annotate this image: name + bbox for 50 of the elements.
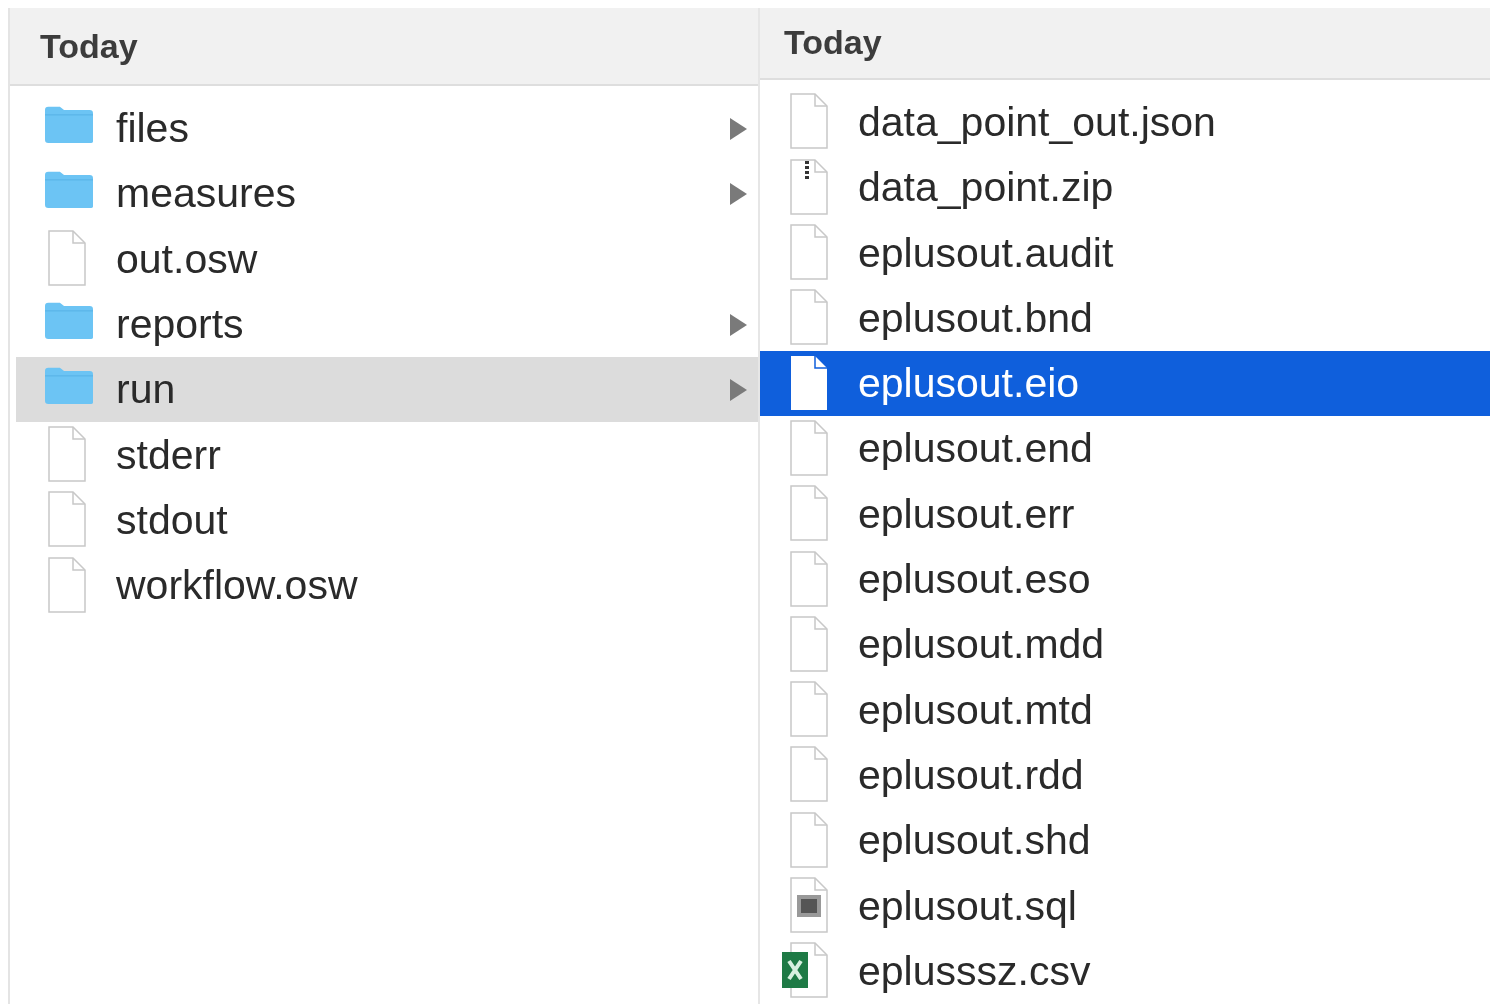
file-row[interactable]: stderr — [16, 422, 758, 488]
file-row[interactable]: eplusout.shd — [760, 808, 1490, 874]
file-row[interactable]: data_point_out.json — [760, 89, 1490, 156]
file-row[interactable]: run — [16, 357, 758, 423]
disclosure-arrow-icon[interactable] — [728, 377, 748, 402]
file-row[interactable]: eplusssz.csv — [760, 938, 1490, 1004]
file-row[interactable]: eplusout.end — [760, 416, 1490, 482]
file-name: data_point.zip — [858, 164, 1114, 212]
file-row[interactable]: eplusout.eio — [760, 351, 1490, 417]
disclosure-arrow-icon[interactable] — [728, 312, 748, 337]
column-header: Today — [10, 8, 758, 86]
file-name: eplusout.mtd — [858, 686, 1093, 734]
file-row[interactable]: eplusout.err — [760, 481, 1490, 547]
file-row[interactable]: eplusout.sql — [760, 873, 1490, 939]
file-name: data_point_out.json — [858, 99, 1216, 146]
file-row[interactable]: eplusout.eso — [760, 546, 1490, 613]
file-row[interactable]: data_point.zip — [760, 155, 1490, 221]
file-name: files — [116, 105, 189, 153]
file-name: eplusout.audit — [858, 229, 1114, 277]
file-name: eplusssz.csv — [858, 947, 1091, 995]
file-name: eplusout.eio — [858, 360, 1080, 408]
file-name: reports — [116, 301, 244, 349]
file-name: workflow.osw — [116, 562, 358, 610]
file-name: eplusout.err — [858, 490, 1075, 538]
disclosure-arrow-icon[interactable] — [728, 116, 748, 141]
file-name: eplusout.rdd — [858, 751, 1084, 799]
file-row[interactable]: out.osw — [16, 226, 758, 292]
file-name: run — [116, 366, 176, 414]
file-name: eplusout.bnd — [858, 294, 1093, 342]
file-name: measures — [116, 170, 296, 218]
file-row[interactable]: eplusout.audit — [760, 220, 1490, 286]
file-row[interactable]: eplusout.rdd — [760, 742, 1490, 809]
file-row[interactable]: eplusout.bnd — [760, 285, 1490, 352]
file-row[interactable]: files — [16, 96, 758, 162]
file-name: stdout — [116, 496, 228, 544]
file-name: stderr — [116, 431, 221, 479]
file-name: eplusout.eso — [858, 556, 1091, 604]
file-row[interactable]: measures — [16, 161, 758, 227]
file-name: out.osw — [116, 235, 258, 283]
file-name: eplusout.sql — [858, 882, 1077, 930]
file-row[interactable]: workflow.osw — [16, 553, 758, 619]
file-name: eplusout.end — [858, 425, 1093, 473]
disclosure-arrow-icon[interactable] — [728, 181, 748, 206]
column-header: Today — [760, 8, 1490, 80]
file-row[interactable]: stdout — [16, 487, 758, 554]
file-row[interactable]: reports — [16, 291, 758, 358]
file-name: eplusout.shd — [858, 817, 1091, 865]
file-row[interactable]: eplusout.mdd — [760, 612, 1490, 678]
file-name: eplusout.mdd — [858, 621, 1105, 669]
file-row[interactable]: eplusout.mtd — [760, 677, 1490, 743]
